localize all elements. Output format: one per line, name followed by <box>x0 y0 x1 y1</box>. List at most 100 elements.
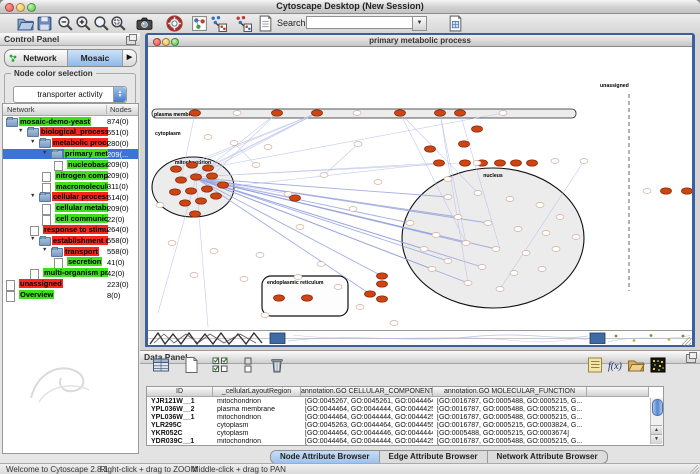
network-node[interactable] <box>176 177 187 183</box>
network-node[interactable] <box>406 221 414 226</box>
tree-row-primary-metabo[interactable]: ▼primary metabo209(... <box>3 149 138 160</box>
tree-row-nucleobase[interactable]: nucleobase-209(0) <box>3 159 138 170</box>
network-node[interactable] <box>353 111 361 116</box>
column-header-id[interactable]: ID <box>147 387 213 397</box>
tree-row-biological-process[interactable]: ▼biological_process651(0) <box>3 127 138 138</box>
network-node[interactable] <box>261 313 269 318</box>
network-node[interactable] <box>444 195 452 200</box>
tree-row-response-to-stimulu[interactable]: response to stimulu264(0) <box>3 224 138 235</box>
table-row-yjr121w-1[interactable]: YJR121W__1mitochondrion[GO:0045267, GO:0… <box>147 398 649 406</box>
expander-icon[interactable]: ▼ <box>30 139 35 145</box>
help-button[interactable] <box>166 15 183 32</box>
import-attributes-button[interactable] <box>627 356 645 374</box>
network-node[interactable] <box>218 182 229 188</box>
vizmapper-button[interactable] <box>191 15 208 32</box>
network-node[interactable] <box>472 126 483 132</box>
open-session-button[interactable] <box>17 15 34 32</box>
attribute-table-button[interactable] <box>152 356 170 374</box>
network-node[interactable] <box>536 203 544 208</box>
tab-network[interactable]: Network <box>5 50 68 66</box>
network-node[interactable] <box>240 277 248 282</box>
scrollbar-thumb[interactable] <box>652 399 663 416</box>
tree-row-cellular-process[interactable]: ▼cellular process614(0) <box>3 192 138 203</box>
tree-row-overview[interactable]: Overview8(0) <box>3 290 138 301</box>
network-node[interactable] <box>190 110 201 116</box>
table-row-ypl036w-2[interactable]: YPL036W__2plasma membrane[GO:0044464, GO… <box>147 406 649 414</box>
table-row-ykr052c[interactable]: YKR052Ccytoplasm[GO:0044464, GO:0044446,… <box>147 430 649 438</box>
network-node[interactable] <box>202 186 213 192</box>
table-row-ypl036w-1[interactable]: YPL036W__1mitochondrion[GO:0044464, GO:0… <box>147 414 649 422</box>
network-node[interactable] <box>156 203 164 208</box>
column-header-annotation-go-cellular-component[interactable]: annotation.GO CELLULAR_COMPONENT <box>301 387 433 397</box>
table-row-ydr039c-1[interactable]: YDR039C__1mitochondrion[GO:0044464, GO:0… <box>147 438 649 446</box>
snapshot-button[interactable] <box>136 15 153 32</box>
network-edge[interactable] <box>181 113 317 180</box>
network-node[interactable] <box>233 111 241 116</box>
network-node[interactable] <box>460 160 471 166</box>
network-node[interactable] <box>420 247 428 252</box>
network-node[interactable] <box>434 160 445 166</box>
zoom-in-button[interactable] <box>75 15 92 32</box>
network-node[interactable] <box>444 259 452 264</box>
tree-row-macromolecule[interactable]: macromolecule311(0) <box>3 181 138 192</box>
expander-icon[interactable]: ▼ <box>42 150 47 156</box>
network-node[interactable] <box>284 192 292 197</box>
network-node[interactable] <box>211 193 222 199</box>
network-edge[interactable] <box>208 113 503 168</box>
network-node[interactable] <box>459 141 470 147</box>
tree-row-establishment-of-lo[interactable]: ▼establishment of lo558(0) <box>3 235 138 246</box>
delete-attribute-button[interactable] <box>268 356 286 374</box>
network-node[interactable] <box>354 142 362 147</box>
network-node[interactable] <box>191 174 202 180</box>
network-node[interactable] <box>294 275 302 280</box>
attribute-report-button[interactable] <box>257 15 274 32</box>
network-frame[interactable]: primary metabolic process plasma membran… <box>145 33 695 347</box>
network-node[interactable] <box>334 285 342 290</box>
tree-column-network[interactable]: Network <box>7 105 35 114</box>
network-node[interactable] <box>643 189 651 194</box>
tree-row-transport[interactable]: ▼transport558(0) <box>3 246 138 257</box>
network-node[interactable] <box>377 296 388 302</box>
search-dropdown-button[interactable]: ▼ <box>412 16 427 31</box>
network-node[interactable] <box>444 177 452 182</box>
network-node[interactable] <box>492 247 500 252</box>
network-node[interactable] <box>272 110 283 116</box>
network-node[interactable] <box>538 267 546 272</box>
network-node[interactable] <box>682 188 693 194</box>
network-node[interactable] <box>522 251 530 256</box>
save-session-button[interactable] <box>36 15 53 32</box>
network-node[interactable] <box>499 111 507 116</box>
tree-row-cellular-metabol[interactable]: cellular metabol209(0) <box>3 203 138 214</box>
network-node[interactable] <box>432 233 440 238</box>
network-node[interactable] <box>511 160 522 166</box>
unselect-attributes-button[interactable] <box>241 356 259 374</box>
network-node[interactable] <box>196 198 207 204</box>
network-node[interactable] <box>312 110 323 116</box>
dropdown-stepper-icon[interactable]: ▲▼ <box>113 87 126 102</box>
network-node[interactable] <box>572 235 580 240</box>
network-node[interactable] <box>190 211 201 217</box>
notes-button[interactable] <box>586 356 604 374</box>
network-edge[interactable] <box>234 143 256 165</box>
network-node[interactable] <box>474 191 482 196</box>
network-node[interactable] <box>374 180 382 185</box>
network-node[interactable] <box>296 225 304 230</box>
network-node[interactable] <box>395 110 406 116</box>
network-node[interactable] <box>356 305 364 310</box>
network-node[interactable] <box>317 262 325 267</box>
tab-edge-attribute-browser[interactable]: Edge Attribute Browser <box>380 451 488 463</box>
column-header-cellularlayoutregion[interactable]: _cellularLayoutRegion <box>213 387 301 397</box>
network-node[interactable] <box>580 159 588 164</box>
expander-icon[interactable]: ▼ <box>30 193 35 199</box>
expander-icon[interactable]: ▼ <box>30 236 35 242</box>
frame-resize-grip[interactable] <box>682 337 691 346</box>
network-node[interactable] <box>171 166 182 172</box>
search-input[interactable] <box>306 16 414 29</box>
float-panel-icon[interactable] <box>126 36 136 45</box>
network-node[interactable] <box>180 200 191 206</box>
tree-header[interactable]: Network Nodes <box>3 104 138 116</box>
network-node[interactable] <box>377 281 388 287</box>
network-node[interactable] <box>514 227 522 232</box>
network-node[interactable] <box>377 273 388 279</box>
network-node[interactable] <box>320 173 328 178</box>
